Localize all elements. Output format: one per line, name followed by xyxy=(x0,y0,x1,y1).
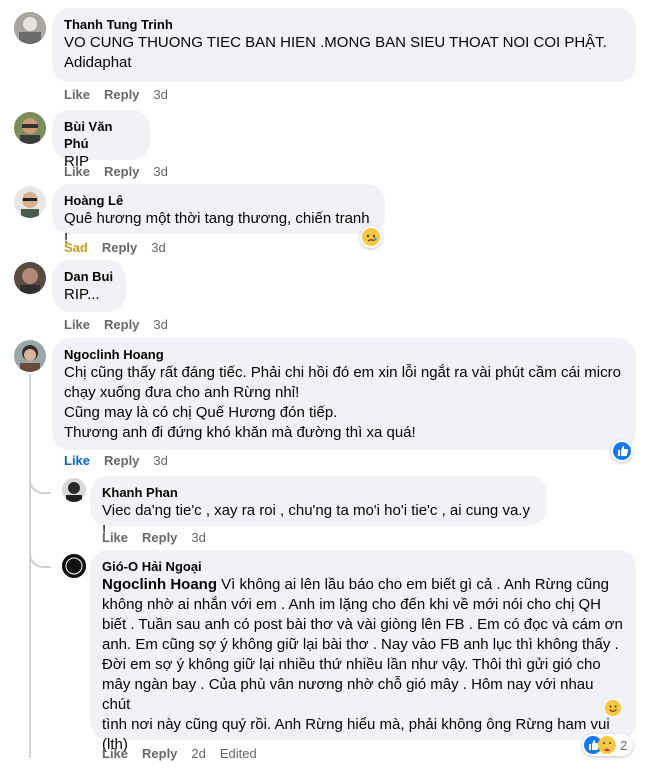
reply-button[interactable]: Reply xyxy=(102,240,137,256)
avatar-photo xyxy=(14,112,46,144)
reaction-count: 2 xyxy=(620,737,628,753)
like-button[interactable]: Like xyxy=(64,164,90,180)
edited-label[interactable]: Edited xyxy=(220,746,257,762)
comment-text: RIP... xyxy=(64,286,100,303)
reply-bubble: Gió-O Hải Ngoại Ngoclinh Hoang Vì không … xyxy=(90,550,636,753)
avatar-photo xyxy=(14,262,46,294)
comment-author[interactable]: Ngoclinh Hoang xyxy=(64,346,624,363)
like-button[interactable]: Like xyxy=(102,746,128,762)
comment-author[interactable]: Dan Bui xyxy=(64,268,114,285)
like-reaction-icon xyxy=(613,442,631,460)
comment-author[interactable]: Khanh Phan xyxy=(102,484,535,501)
thread-line xyxy=(29,374,31,758)
comment-actions: Like Reply 3d xyxy=(102,530,220,546)
comment-time[interactable]: 3d xyxy=(153,317,167,333)
avatar[interactable] xyxy=(14,12,46,44)
comment-time[interactable]: 3d xyxy=(191,530,205,546)
comment-time[interactable]: 3d xyxy=(151,240,165,256)
comment-author[interactable]: Gió-O Hải Ngoại xyxy=(102,558,624,575)
smile-emoji-icon xyxy=(605,700,621,716)
reaction-badge[interactable] xyxy=(360,226,382,248)
like-button[interactable]: Like xyxy=(64,453,90,469)
thread-connector xyxy=(29,474,51,494)
sad-emoji-icon xyxy=(362,228,380,246)
comment-actions: Sad Reply 3d xyxy=(64,240,180,256)
reply-bubble: Khanh Phan Viec da'ng tie'c , xay ra roi… xyxy=(90,476,547,539)
reply-button[interactable]: Reply xyxy=(104,87,139,103)
avatar[interactable] xyxy=(62,554,86,578)
comment-author[interactable]: Bùi Văn Phú xyxy=(64,118,138,152)
comment-bubble: Thanh Tung Trinh VO CUNG THUONG TIEC BAN… xyxy=(52,8,636,82)
comment-time[interactable]: 3d xyxy=(153,164,167,180)
comment-text: Ngoclinh Hoang Vì không ai lên lầu báo c… xyxy=(102,575,624,755)
comment-author[interactable]: Thanh Tung Trinh xyxy=(64,16,624,33)
avatar[interactable] xyxy=(14,112,46,144)
reply-button[interactable]: Reply xyxy=(104,164,139,180)
avatar[interactable] xyxy=(14,262,46,294)
avatar-photo xyxy=(62,478,86,502)
comment-actions: Like Reply 3d xyxy=(64,87,182,103)
comment-bubble: Ngoclinh Hoang Chị cũng thấy rất đáng ti… xyxy=(52,338,636,450)
comment-actions: Like Reply 3d xyxy=(64,317,182,333)
comment-bubble: Dan Bui RIP... xyxy=(52,260,126,312)
avatar-photo xyxy=(14,186,46,218)
reply-button[interactable]: Reply xyxy=(142,746,177,762)
comment-text: Chị cũng thấy rất đáng tiếc. Phải chi hồ… xyxy=(64,364,621,441)
thread-connector xyxy=(29,548,51,568)
comment-actions: Like Reply 2d Edited xyxy=(102,746,271,762)
comment-text: VO CUNG THUONG TIEC BAN HIEN .MONG BAN S… xyxy=(64,34,607,71)
care-reaction-icon xyxy=(598,736,616,754)
like-button[interactable]: Like xyxy=(64,317,90,333)
comment-actions: Like Reply 3d xyxy=(64,453,182,469)
reply-button[interactable]: Reply xyxy=(142,530,177,546)
avatar-photo xyxy=(14,340,46,372)
sad-reaction-button[interactable]: Sad xyxy=(64,240,88,256)
reply-button[interactable]: Reply xyxy=(104,453,139,469)
reply-body: Vì không ai lên lầu báo cho em biết gì c… xyxy=(102,576,623,753)
reaction-badge[interactable]: 2 xyxy=(582,734,634,756)
like-button[interactable]: Like xyxy=(102,530,128,546)
comment-actions: Like Reply 3d xyxy=(64,164,182,180)
comment-bubble: Bùi Văn Phú RIP xyxy=(52,110,150,170)
mention-link[interactable]: Ngoclinh Hoang xyxy=(102,576,217,593)
comment-bubble: Hoàng Lê Quê hương một thời tang thương,… xyxy=(52,184,385,247)
comment-time[interactable]: 2d xyxy=(191,746,205,762)
like-button[interactable]: Like xyxy=(64,87,90,103)
comment-time[interactable]: 3d xyxy=(153,87,167,103)
reply-button[interactable]: Reply xyxy=(104,317,139,333)
avatar[interactable] xyxy=(62,478,86,502)
avatar[interactable] xyxy=(14,186,46,218)
comment-time[interactable]: 3d xyxy=(153,453,167,469)
reaction-badge[interactable] xyxy=(611,440,633,462)
avatar-photo xyxy=(14,12,46,44)
logo-avatar-icon xyxy=(62,554,86,578)
comment-author[interactable]: Hoàng Lê xyxy=(64,192,373,209)
avatar[interactable] xyxy=(14,340,46,372)
